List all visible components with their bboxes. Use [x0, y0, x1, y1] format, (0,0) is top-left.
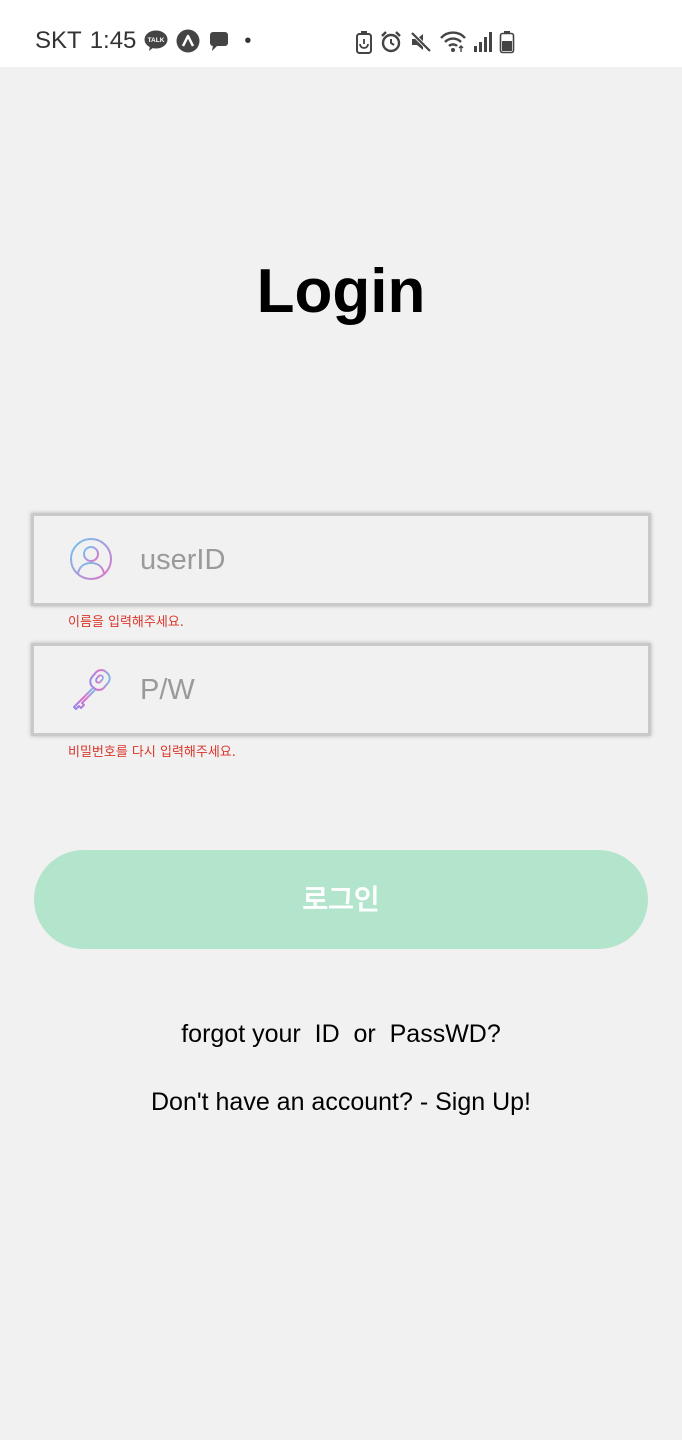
login-screen: SKT 1:45 TALK • Login userID 이름을 입력해주세요.… — [0, 0, 682, 1440]
carrier-label: SKT — [35, 27, 82, 54]
login-button[interactable]: 로그인 — [34, 850, 648, 949]
talk-badge-text: TALK — [148, 37, 165, 44]
mute-icon — [409, 27, 433, 57]
userid-error-text: 이름을 입력해주세요. — [68, 615, 184, 630]
dot-icon: • — [244, 30, 252, 52]
userid-field[interactable] — [31, 513, 651, 606]
status-bar-right — [355, 28, 515, 56]
status-bar-left: SKT 1:45 TALK • — [35, 24, 251, 58]
status-bar: SKT 1:45 TALK • — [0, 0, 682, 67]
signup-link[interactable]: Don't have an account? - Sign Up! — [0, 1085, 682, 1119]
userid-input[interactable] — [140, 530, 620, 590]
user-icon — [68, 536, 114, 582]
signal-icon — [473, 27, 493, 57]
app-a-icon — [176, 26, 200, 56]
wifi-icon — [439, 27, 467, 57]
alarm-icon — [379, 27, 403, 57]
password-field[interactable] — [31, 643, 651, 736]
battery-icon — [499, 27, 515, 57]
key-icon — [68, 666, 114, 712]
password-error-text: 비밀번호를 다시 입력해주세요. — [68, 745, 236, 760]
kakaotalk-icon: TALK — [144, 26, 168, 56]
message-icon — [208, 26, 230, 56]
clock-time: 1:45 — [89, 27, 137, 54]
battery-saver-icon — [355, 27, 373, 57]
forgot-credentials-link[interactable]: forgot your ID or PassWD? — [0, 1017, 682, 1051]
password-input[interactable] — [140, 660, 620, 720]
page-title: Login — [256, 257, 426, 326]
